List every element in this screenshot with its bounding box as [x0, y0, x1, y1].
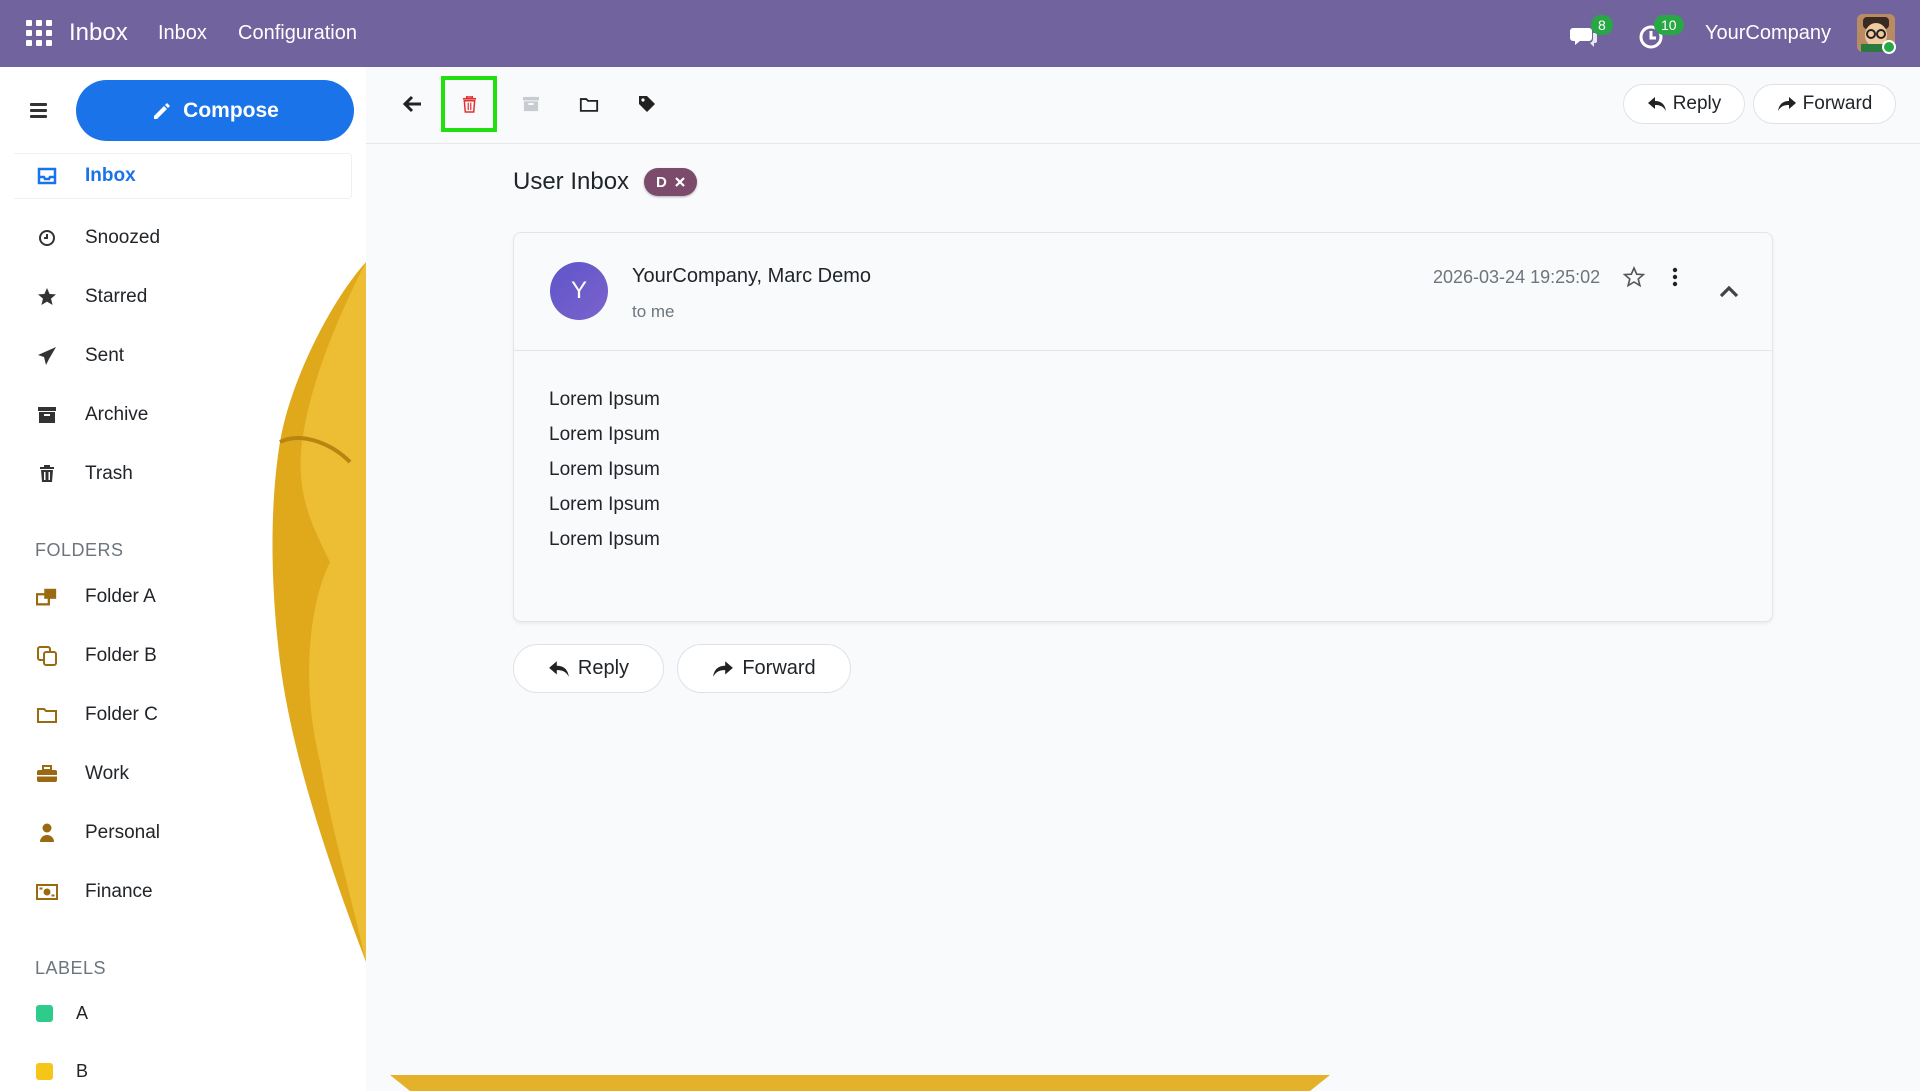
nav-menu-configuration[interactable]: Configuration: [238, 22, 357, 45]
body-line: Lorem Ipsum: [549, 459, 660, 480]
body-line: Lorem Ipsum: [549, 389, 660, 410]
move-to-folder-button[interactable]: [569, 84, 609, 124]
forward-label: Forward: [742, 657, 816, 679]
sidebar-item-snoozed[interactable]: Snoozed: [14, 215, 352, 261]
reply-button[interactable]: Reply: [513, 644, 664, 693]
forward-label: Forward: [1802, 93, 1873, 114]
tag-icon: [639, 96, 655, 112]
body-line: Lorem Ipsum: [549, 494, 660, 515]
labels-heading: LABELS: [35, 958, 107, 978]
activities-button[interactable]: 10: [1637, 15, 1684, 50]
sidebar-item-label: Folder A: [85, 586, 156, 607]
paper-plane-icon: [36, 345, 58, 367]
tag-label: D: [656, 173, 667, 191]
more-options-icon[interactable]: [1670, 266, 1680, 288]
briefcase-icon: [36, 763, 58, 785]
sender-name: YourCompany, Marc Demo: [632, 265, 871, 287]
reply-label: Reply: [1672, 93, 1722, 114]
nav-menu-inbox[interactable]: Inbox: [158, 22, 207, 45]
label-item-b[interactable]: B: [76, 1061, 88, 1082]
pencil-icon: [154, 102, 171, 119]
folder-icon: [36, 704, 58, 726]
sidebar-item-label: Work: [85, 763, 129, 784]
apps-grid-icon[interactable]: [26, 20, 52, 46]
background-decoration: [272, 262, 366, 962]
message-date: 2026-03-24 19:25:02: [1433, 267, 1601, 287]
archive-button[interactable]: [511, 84, 551, 124]
delete-button[interactable]: [441, 76, 497, 132]
folder-stack-icon: [36, 586, 58, 608]
folder-copy-icon: [36, 645, 58, 667]
label-item-a[interactable]: A: [76, 1003, 88, 1024]
star-icon[interactable]: [1623, 266, 1645, 288]
tag-pill: D: [644, 168, 697, 196]
forward-icon: [713, 660, 734, 677]
folders-heading: FOLDERS: [35, 540, 124, 560]
toolbar-forward-button[interactable]: Forward: [1753, 84, 1896, 124]
sidebar-item-label: Finance: [85, 881, 153, 902]
mail-toolbar: Reply Forward: [366, 67, 1920, 144]
label-button[interactable]: [627, 84, 667, 124]
sender-avatar: Y: [550, 262, 608, 320]
clock-icon: [36, 227, 58, 249]
sidebar-item-label: Inbox: [85, 165, 136, 186]
sidebar-item-label: Snoozed: [85, 227, 161, 248]
online-status-dot: [1882, 40, 1896, 54]
sidebar-item-label: Personal: [85, 822, 160, 843]
sidebar-item-label: Sent: [85, 345, 125, 366]
sidebar-item-label: Archive: [85, 404, 149, 425]
close-icon[interactable]: [675, 177, 685, 187]
activities-badge: 10: [1654, 15, 1684, 35]
back-button[interactable]: [393, 84, 433, 124]
star-icon: [36, 286, 58, 308]
reply-icon: [1647, 97, 1666, 111]
body-line: Lorem Ipsum: [549, 529, 660, 550]
user-icon: [36, 822, 58, 844]
company-switcher[interactable]: YourCompany: [1705, 22, 1831, 45]
compose-button[interactable]: Compose: [76, 80, 354, 141]
sidebar-item-label: Trash: [85, 463, 133, 484]
money-icon: [36, 881, 58, 903]
top-navbar: Inbox Inbox Configuration 8 10 YourCompa…: [0, 0, 1920, 67]
archive-icon: [36, 404, 58, 426]
sidebar-item-inbox[interactable]: Inbox: [14, 153, 352, 199]
app-brand[interactable]: Inbox: [69, 19, 128, 47]
trash-icon: [36, 463, 58, 485]
reply-icon: [549, 660, 569, 677]
folder-icon: [579, 97, 599, 112]
background-decoration-bottom: [390, 1075, 1330, 1091]
message-card: Y YourCompany, Marc Demo to me 2026-03-2…: [513, 232, 1773, 622]
messages-button[interactable]: 8: [1569, 15, 1613, 50]
forward-icon: [1777, 97, 1796, 111]
recipient-text: to me: [632, 302, 675, 321]
messages-badge: 8: [1591, 15, 1613, 35]
reply-label: Reply: [577, 657, 630, 679]
sidebar-item-label: Starred: [85, 286, 148, 307]
trash-icon: [462, 95, 476, 113]
archive-icon: [523, 96, 539, 112]
sidebar-item-label: Folder B: [85, 645, 157, 666]
label-color-b: [36, 1063, 53, 1080]
arrow-left-icon: [403, 95, 421, 113]
message-body: Lorem Ipsum Lorem Ipsum Lorem Ipsum Lore…: [549, 389, 660, 564]
sidebar-item-label: Folder C: [85, 704, 158, 725]
page-title: User Inbox: [513, 168, 630, 195]
chevron-up-icon[interactable]: [1718, 283, 1740, 299]
menu-toggle-icon[interactable]: [30, 103, 47, 118]
inbox-icon: [36, 165, 58, 187]
compose-label: Compose: [183, 98, 279, 122]
toolbar-reply-button[interactable]: Reply: [1623, 84, 1745, 124]
label-color-a: [36, 1005, 53, 1022]
forward-button[interactable]: Forward: [677, 644, 851, 693]
body-line: Lorem Ipsum: [549, 424, 660, 445]
message-header[interactable]: Y YourCompany, Marc Demo to me 2026-03-2…: [514, 233, 1772, 351]
